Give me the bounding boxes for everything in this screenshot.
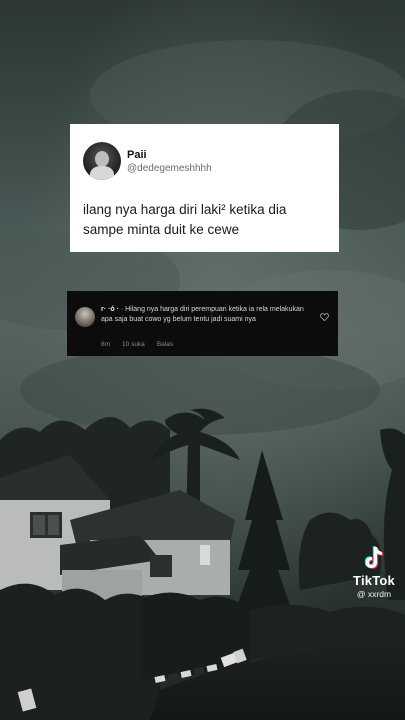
tiktok-handle: @ xxrdm	[356, 589, 392, 599]
background-scene	[0, 0, 405, 720]
comment-reply-button[interactable]: Balas	[157, 341, 173, 348]
tweet-card: Paii @dedegemeshhhh ilang nya harga diri…	[70, 124, 339, 252]
comment-username: r· ·ó ·	[101, 306, 119, 313]
comment-avatar	[75, 307, 95, 327]
tweet-text-line-1: ilang nya harga diri laki² ketika dia	[83, 202, 287, 217]
comment-card: r· ·ó · · Hilang nya harga diri perempua…	[67, 291, 338, 356]
tweet-author-name: Paii	[127, 148, 147, 161]
comment-body: r· ·ó · · Hilang nya harga diri perempua…	[101, 305, 313, 325]
tweet-text: ilang nya harga diri laki² ketika dia sa…	[83, 200, 325, 240]
tiktok-watermark: TikTok @ xxrdm	[348, 545, 400, 599]
heart-outline-icon[interactable]	[320, 313, 329, 323]
comment-time: 8m	[101, 341, 111, 348]
comment-meta: 8m 10 suka Balas	[101, 341, 173, 348]
tweet-author: Paii @dedegemeshhhh	[127, 148, 212, 175]
comment-likes: 10 suka	[122, 341, 145, 348]
tiktok-wordmark: TikTok	[353, 573, 395, 588]
tweet-author-handle: @dedegemeshhhh	[127, 162, 212, 174]
tweet-avatar	[83, 142, 121, 180]
tweet-header: Paii @dedegemeshhhh	[83, 142, 325, 180]
tweet-text-line-2: sampe minta duit ke cewe	[83, 222, 240, 237]
comment-text: Hilang nya harga diri perempuan ketika i…	[101, 306, 304, 323]
tiktok-note-icon	[362, 545, 386, 571]
